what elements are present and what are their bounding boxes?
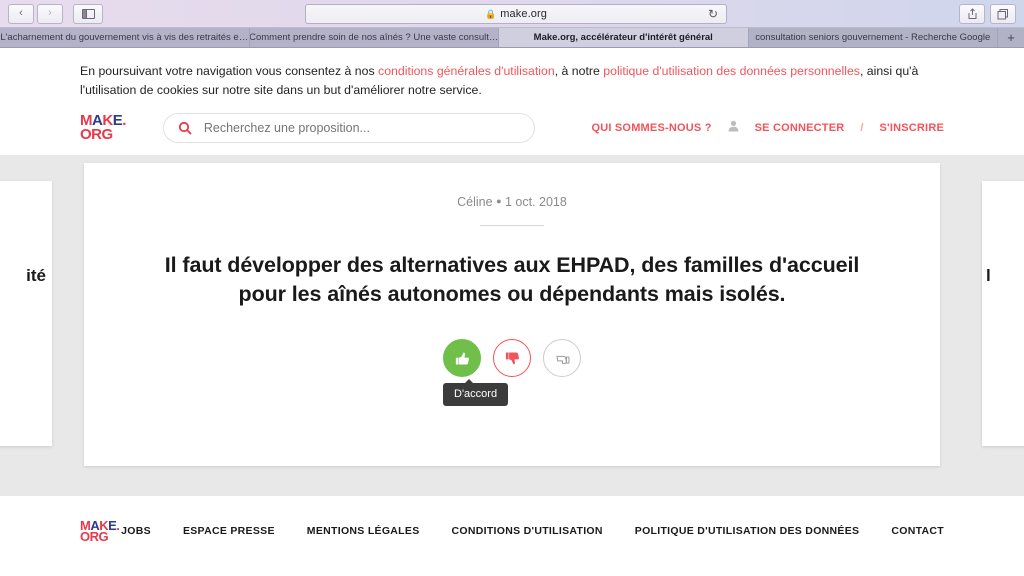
- share-icon: [968, 7, 976, 19]
- privacy-policy-link[interactable]: politique d'utilisation des données pers…: [603, 64, 860, 78]
- forward-button[interactable]: ›: [37, 3, 63, 24]
- footer-nav: JOBS ESPACE PRESSE MENTIONS LÉGALES COND…: [121, 525, 944, 537]
- address-bar[interactable]: 🔒 make.org ↻: [305, 4, 727, 24]
- share-button[interactable]: [959, 3, 985, 24]
- cookie-text-part2: , à notre: [554, 64, 604, 78]
- make-org-logo[interactable]: MAKE. ORG: [80, 112, 126, 143]
- browser-chrome: ‹ › 🔒 make.org ↻ L'acharnement du gouver…: [0, 0, 1024, 48]
- lock-icon: 🔒: [485, 8, 497, 19]
- previous-proposal-text-fragment: ité: [26, 266, 46, 285]
- vote-button-group: D'accord: [144, 339, 880, 407]
- new-tab-button[interactable]: +: [998, 28, 1024, 47]
- footer-logo[interactable]: MAKE. ORG: [80, 517, 120, 544]
- about-us-link[interactable]: QUI SOMMES-NOUS ?: [591, 122, 711, 134]
- browser-toolbar: ‹ › 🔒 make.org ↻: [0, 0, 1024, 28]
- browser-tab-3-active[interactable]: Make.org, accélérateur d'intérêt général: [499, 28, 749, 47]
- footer-link-conditions-utilisation[interactable]: CONDITIONS D'UTILISATION: [452, 525, 603, 537]
- sidebar-toggle-button[interactable]: [73, 3, 103, 24]
- previous-proposal-card[interactable]: ité: [0, 181, 52, 446]
- vote-neutral-button[interactable]: [543, 339, 581, 378]
- footer-logo-line-2: ORG: [80, 529, 119, 544]
- search-box[interactable]: [162, 112, 535, 143]
- footer-link-espace-presse[interactable]: ESPACE PRESSE: [183, 525, 275, 537]
- tabs-overview-button[interactable]: [990, 3, 1016, 24]
- meta-bullet: ●: [496, 196, 502, 206]
- user-icon: [728, 120, 739, 135]
- proposal-date: 1 oct. 2018: [504, 195, 567, 209]
- terms-link[interactable]: conditions générales d'utilisation: [378, 64, 555, 78]
- navigation-buttons: ‹ ›: [8, 3, 63, 24]
- vote-disagree-button[interactable]: [493, 339, 531, 378]
- vote-tooltip: D'accord: [443, 379, 509, 407]
- header-nav: QUI SOMMES-NOUS ? SE CONNECTER / S'INSCR…: [591, 120, 944, 135]
- sidebar-icon: [81, 8, 95, 19]
- proposal-author: Céline: [457, 195, 493, 209]
- thumbs-up-icon: [455, 352, 469, 364]
- url-text: make.org: [500, 8, 547, 20]
- reload-icon[interactable]: ↻: [708, 7, 718, 21]
- back-button[interactable]: ‹: [8, 3, 34, 24]
- logo-letter-e: E: [112, 112, 123, 130]
- signup-link[interactable]: S'INSCRIRE: [879, 122, 944, 134]
- footer-link-politique-donnees[interactable]: POLITIQUE D'UTILISATION DES DONNÉES: [635, 525, 860, 537]
- browser-tab-4[interactable]: consultation seniors gouvernement - Rech…: [748, 28, 998, 47]
- browser-tab-2[interactable]: Comment prendre soin de nos aînés ? Une …: [249, 28, 499, 47]
- proposal-card: Céline ● 1 oct. 2018 Il faut développer …: [84, 163, 940, 466]
- browser-tab-1[interactable]: L'acharnement du gouvernement vis à vis …: [0, 28, 250, 47]
- tabs-overview-icon: [997, 8, 1008, 19]
- search-input[interactable]: [203, 120, 520, 135]
- footer-link-mentions-legales[interactable]: MENTIONS LÉGALES: [307, 525, 420, 537]
- neutral-hand-icon: [555, 355, 569, 364]
- toolbar-right-buttons: [959, 3, 1016, 24]
- site-footer: MAKE. ORG JOBS ESPACE PRESSE MENTIONS LÉ…: [0, 496, 1024, 566]
- next-proposal-card[interactable]: l: [982, 181, 1024, 446]
- nav-separator: /: [860, 121, 864, 134]
- back-chevron-icon: ‹: [19, 7, 23, 19]
- vote-agree-button[interactable]: [443, 339, 481, 378]
- meta-divider: [480, 225, 544, 226]
- footer-link-jobs[interactable]: JOBS: [121, 525, 151, 537]
- footer-logo-dot: .: [116, 517, 120, 533]
- login-link[interactable]: SE CONNECTER: [755, 122, 845, 134]
- next-proposal-text-fragment: l: [986, 266, 991, 285]
- footer-logo-word-org: ORG: [80, 529, 109, 544]
- main-content: ité l Céline ● 1 oct. 2018 Il faut dével…: [0, 156, 1024, 496]
- proposal-meta: Céline ● 1 oct. 2018: [144, 195, 880, 209]
- cookie-consent-banner: En poursuivant votre navigation vous con…: [0, 48, 1024, 118]
- thumbs-down-icon: [505, 352, 519, 364]
- footer-link-contact[interactable]: CONTACT: [891, 525, 944, 537]
- logo-line-2: ORG: [80, 125, 126, 143]
- logo-word-org: ORG: [80, 125, 113, 143]
- cookie-banner-text: En poursuivant votre navigation vous con…: [80, 62, 960, 100]
- tab-strip: L'acharnement du gouvernement vis à vis …: [0, 28, 1024, 48]
- cookie-text-part1: En poursuivant votre navigation vous con…: [80, 64, 379, 78]
- logo-dot: .: [122, 112, 126, 130]
- search-icon: [178, 121, 192, 135]
- forward-chevron-icon: ›: [48, 7, 52, 19]
- proposal-text: Il faut développer des alternatives aux …: [164, 253, 860, 307]
- site-header: MAKE. ORG QUI SOMMES-NOUS ? SE CONNECTER…: [0, 100, 1024, 156]
